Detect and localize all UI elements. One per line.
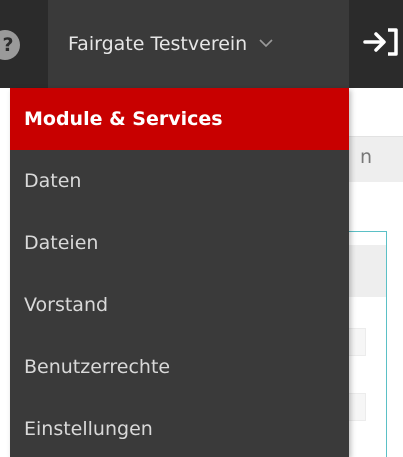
menu-item-vorstand[interactable]: Vorstand — [10, 274, 349, 336]
menu-item-label: Einstellungen — [24, 418, 153, 440]
help-icon: ? — [0, 30, 20, 60]
organization-dropdown-menu: Module & Services Daten Dateien Vorstand… — [10, 88, 349, 457]
menu-item-daten[interactable]: Daten — [10, 150, 349, 212]
chevron-down-icon — [259, 35, 273, 49]
menu-item-label: Vorstand — [24, 294, 109, 316]
content-tab-label: n — [360, 146, 373, 168]
menu-item-module-services[interactable]: Module & Services — [10, 88, 349, 150]
menu-item-dateien[interactable]: Dateien — [10, 212, 349, 274]
menu-item-benutzerrechte[interactable]: Benutzerrechte — [10, 336, 349, 398]
menu-item-label: Dateien — [24, 232, 99, 254]
menu-item-label: Daten — [24, 170, 82, 192]
sign-out-icon — [363, 27, 399, 61]
organization-name: Fairgate Testverein — [68, 33, 248, 55]
logout-button[interactable] — [349, 0, 403, 88]
top-navigation-bar: ? Fairgate Testverein — [0, 0, 403, 88]
menu-item-label: Benutzerrechte — [24, 356, 171, 378]
help-button[interactable]: ? — [0, 0, 48, 88]
organization-switcher[interactable]: Fairgate Testverein — [48, 0, 349, 88]
menu-item-einstellungen[interactable]: Einstellungen — [10, 398, 349, 457]
menu-item-label: Module & Services — [24, 108, 223, 130]
